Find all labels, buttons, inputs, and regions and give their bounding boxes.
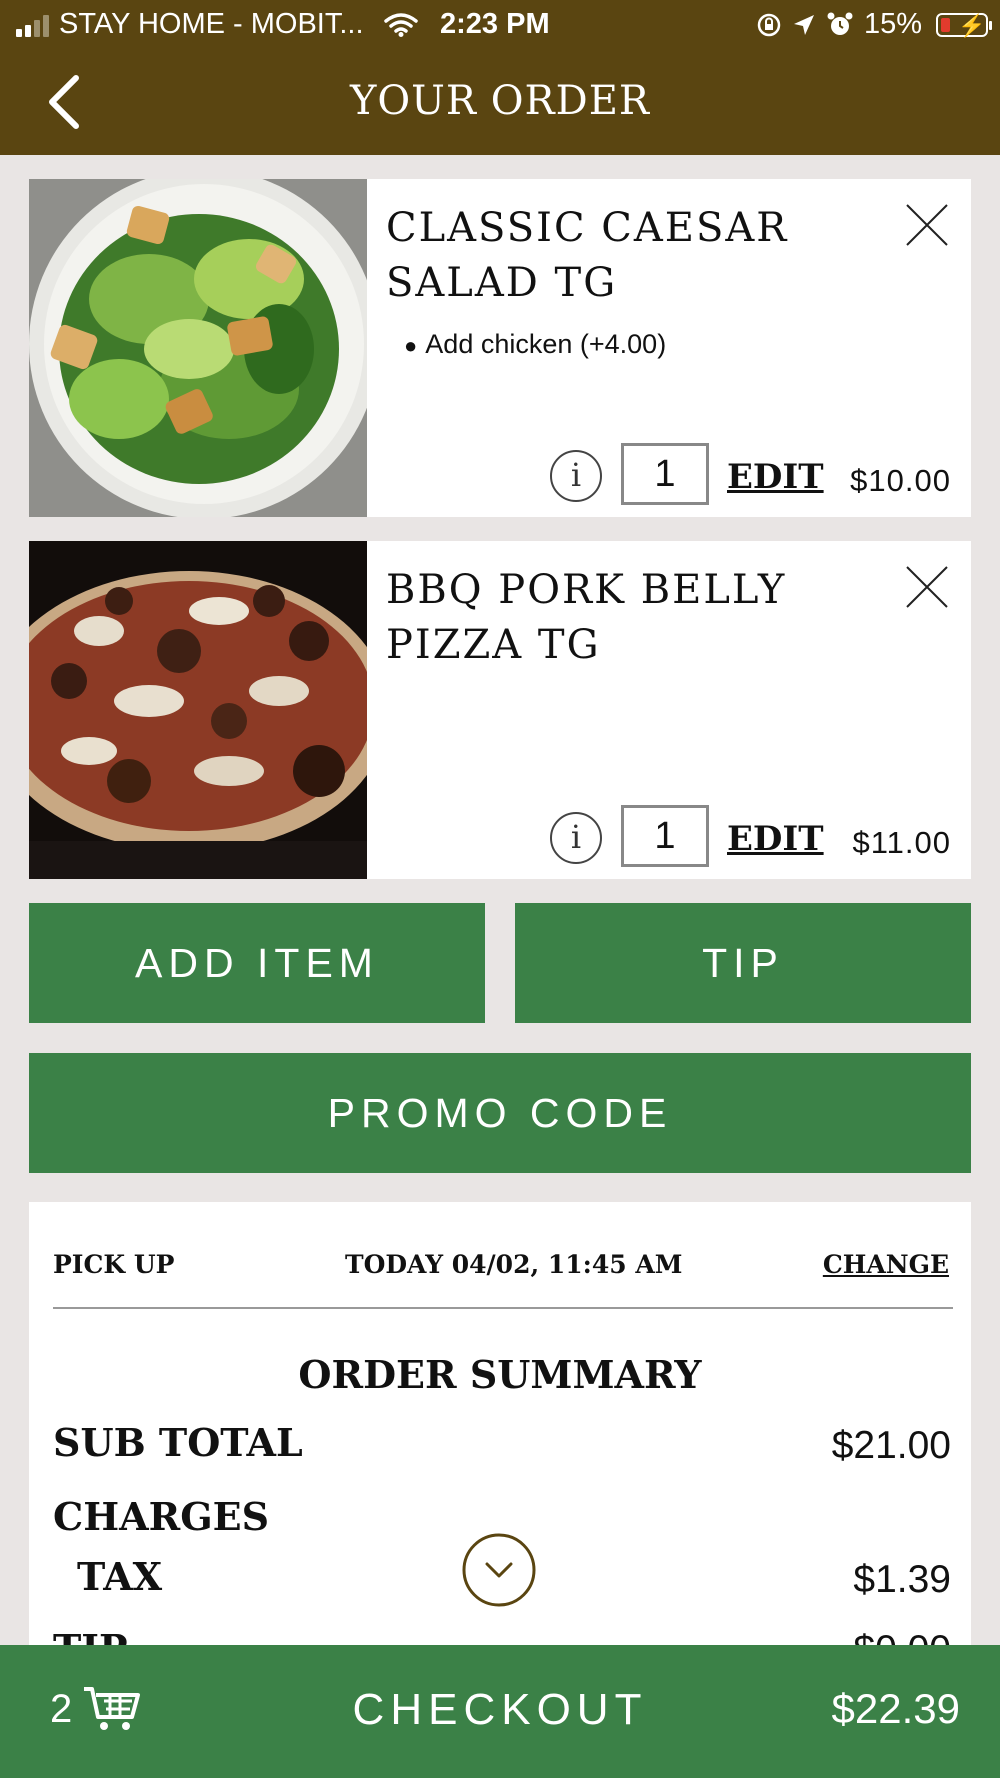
item-price: $11.00 <box>852 825 951 860</box>
wifi-icon <box>383 12 418 37</box>
quantity-field[interactable]: 1 <box>621 805 709 867</box>
checkout-bar[interactable]: 2 CHECKOUT $22.39 <box>0 1645 1000 1778</box>
battery-percent: 15% <box>863 8 922 40</box>
chevron-down-icon[interactable] <box>461 1532 537 1608</box>
quantity-field[interactable]: 1 <box>621 443 709 505</box>
signal-icon <box>16 13 49 37</box>
change-pickup-link[interactable]: CHANGE <box>823 1250 949 1279</box>
info-icon[interactable]: i <box>550 450 602 502</box>
cart-item: CLASSIC CAESAR SALAD TG ● Add chicken (+4… <box>29 179 971 517</box>
edit-item-link[interactable]: EDIT <box>727 457 824 497</box>
remove-item-icon[interactable] <box>903 563 951 611</box>
charges-label: CHARGES <box>53 1494 270 1539</box>
cart-item: BBQ PORK BELLY PIZZA TG i 1 EDIT $11.00 <box>29 541 971 879</box>
status-bar: STAY HOME - MOBIT... 2:23 PM 15% ⚡ <box>0 0 1000 50</box>
item-image-caesar-salad <box>29 179 367 517</box>
order-summary-card: PICK UP TODAY 04/02, 11:45 AM CHANGE ORD… <box>29 1202 971 1662</box>
divider <box>53 1307 953 1309</box>
item-name: CLASSIC CAESAR SALAD TG <box>386 205 789 306</box>
subtotal-value: $21.00 <box>831 1424 951 1467</box>
location-icon <box>793 14 814 35</box>
info-icon[interactable]: i <box>550 812 602 864</box>
tip-button[interactable]: TIP <box>515 903 971 1023</box>
tax-label: TAX <box>77 1554 163 1599</box>
header: YOUR ORDER <box>0 50 1000 155</box>
checkout-total: $22.39 <box>831 1685 960 1732</box>
item-price: $10.00 <box>850 463 951 498</box>
carrier-label: STAY HOME - MOBIT... <box>59 8 364 40</box>
item-image-pork-belly-pizza <box>29 541 367 879</box>
tax-value: $1.39 <box>853 1558 951 1601</box>
item-modifier: ● Add chicken (+4.00) <box>404 329 667 359</box>
page-title: YOUR ORDER <box>349 78 651 124</box>
item-name: BBQ PORK BELLY PIZZA TG <box>386 567 787 668</box>
subtotal-label: SUB TOTAL <box>53 1420 303 1465</box>
edit-item-link[interactable]: EDIT <box>727 819 824 859</box>
status-time: 2:23 PM <box>440 8 550 40</box>
add-item-button[interactable]: ADD ITEM <box>29 903 485 1023</box>
order-summary-title: ORDER SUMMARY <box>298 1352 702 1397</box>
pickup-label: PICK UP <box>53 1250 175 1279</box>
remove-item-icon[interactable] <box>903 201 951 249</box>
alarm-icon <box>827 12 853 35</box>
rotation-lock-icon <box>757 13 781 36</box>
battery-icon: ⚡ <box>936 12 992 38</box>
promo-code-button[interactable]: PROMO CODE <box>29 1053 971 1173</box>
pickup-time: TODAY 04/02, 11:45 AM <box>345 1250 683 1279</box>
